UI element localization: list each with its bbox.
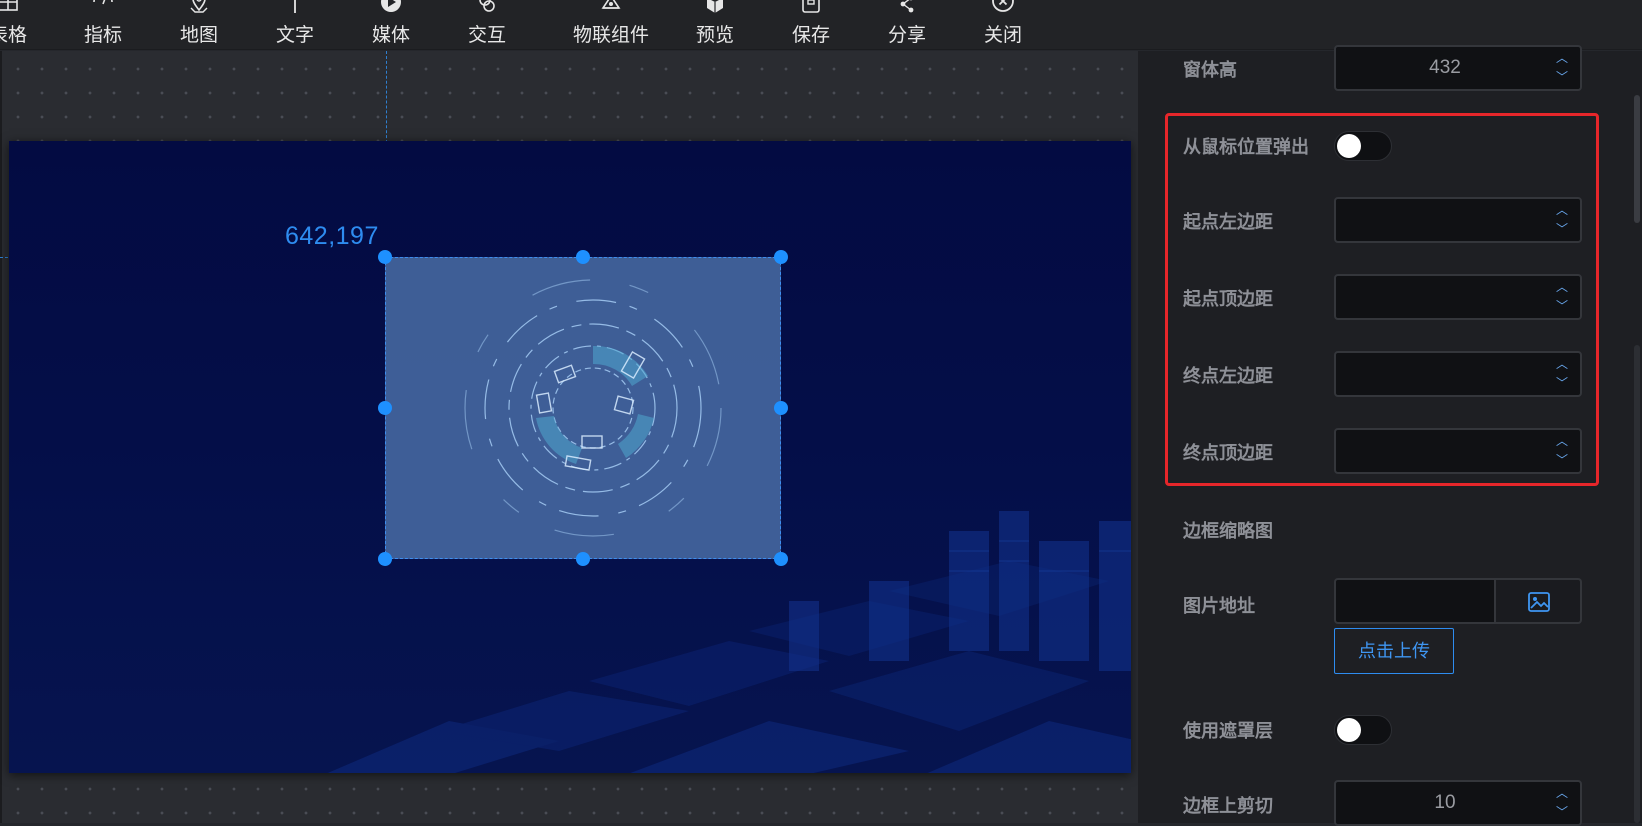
toolbar-text-label: 文字 bbox=[255, 20, 335, 47]
chevron-down-icon[interactable]: ﹀ bbox=[1552, 220, 1572, 239]
interact-icon bbox=[447, 0, 527, 18]
toolbar-share-label: 分享 bbox=[867, 20, 947, 47]
toolbar-iot-label: 物联组件 bbox=[561, 20, 661, 47]
end-left-input[interactable]: ︿﹀ bbox=[1334, 351, 1582, 397]
resize-handle-top-right[interactable] bbox=[774, 250, 788, 264]
toggle-knob bbox=[1337, 718, 1361, 742]
toolbar-table-label: 表格 bbox=[0, 20, 48, 47]
workspace-left-edge bbox=[0, 51, 2, 823]
use-mask-label: 使用遮罩层 bbox=[1183, 717, 1273, 743]
hud-circle-graphic bbox=[386, 258, 782, 560]
chevron-up-icon[interactable]: ︿ bbox=[1552, 784, 1572, 803]
chevron-down-icon[interactable]: ﹀ bbox=[1552, 451, 1572, 470]
resize-handle-right[interactable] bbox=[774, 401, 788, 415]
panel-scrollbar-track[interactable] bbox=[1634, 345, 1640, 823]
resize-handle-left[interactable] bbox=[378, 401, 392, 415]
popup-from-mouse-label: 从鼠标位置弹出 bbox=[1183, 133, 1309, 159]
play-icon bbox=[351, 0, 431, 18]
toolbar-preview-button[interactable]: 预览 bbox=[675, 0, 755, 50]
chevron-down-icon[interactable]: ﹀ bbox=[1552, 297, 1572, 316]
toolbar-save-button[interactable]: 保存 bbox=[771, 0, 851, 50]
start-left-stepper[interactable]: ︿﹀ bbox=[1552, 201, 1572, 241]
selected-component[interactable] bbox=[385, 257, 781, 559]
image-url-label: 图片地址 bbox=[1183, 592, 1255, 618]
border-top-clip-input[interactable]: 10 ︿﹀ bbox=[1334, 780, 1582, 826]
gauge-icon bbox=[63, 0, 143, 18]
save-icon bbox=[771, 0, 851, 18]
toolbar-text-button[interactable]: 文字 bbox=[255, 0, 335, 50]
border-top-clip-label: 边框上剪切 bbox=[1183, 792, 1273, 818]
iot-icon bbox=[561, 0, 661, 18]
toolbar-table-button[interactable]: 表格 bbox=[0, 0, 48, 50]
toggle-knob bbox=[1337, 134, 1361, 158]
share-icon bbox=[867, 0, 947, 18]
start-left-input[interactable]: ︿﹀ bbox=[1334, 197, 1582, 243]
toolbar-iot-button[interactable]: 物联组件 bbox=[561, 0, 661, 50]
border-top-clip-value: 10 bbox=[1434, 792, 1455, 813]
chevron-up-icon[interactable]: ︿ bbox=[1552, 278, 1572, 297]
start-top-stepper[interactable]: ︿﹀ bbox=[1552, 278, 1572, 318]
border-thumbnail-heading: 边框缩略图 bbox=[1183, 517, 1273, 543]
chevron-up-icon[interactable]: ︿ bbox=[1552, 432, 1572, 451]
popup-from-mouse-toggle[interactable] bbox=[1334, 131, 1392, 161]
map-pin-icon bbox=[159, 0, 239, 18]
chevron-down-icon[interactable]: ﹀ bbox=[1552, 374, 1572, 393]
end-top-stepper[interactable]: ︿﹀ bbox=[1552, 432, 1572, 472]
end-left-stepper[interactable]: ︿﹀ bbox=[1552, 355, 1572, 395]
start-left-label: 起点左边距 bbox=[1183, 208, 1273, 234]
chevron-up-icon[interactable]: ︿ bbox=[1552, 201, 1572, 220]
end-top-input[interactable]: ︿﹀ bbox=[1334, 428, 1582, 474]
resize-handle-top[interactable] bbox=[576, 250, 590, 264]
top-toolbar: 表格 指标 地图 文字 媒体 交互 物联组件 bbox=[0, 0, 1642, 50]
close-icon bbox=[963, 0, 1043, 18]
end-top-label: 终点顶边距 bbox=[1183, 439, 1273, 465]
image-icon bbox=[1528, 592, 1550, 612]
toolbar-share-button[interactable]: 分享 bbox=[867, 0, 947, 50]
coordinate-readout: 642,197 bbox=[285, 222, 379, 251]
chevron-down-icon[interactable]: ﹀ bbox=[1552, 68, 1572, 87]
chevron-up-icon[interactable]: ︿ bbox=[1552, 49, 1572, 68]
toolbar-media-label: 媒体 bbox=[351, 20, 431, 47]
end-left-label: 终点左边距 bbox=[1183, 362, 1273, 388]
toolbar-map-button[interactable]: 地图 bbox=[159, 0, 239, 50]
start-top-label: 起点顶边距 bbox=[1183, 285, 1273, 311]
toolbar-interact-label: 交互 bbox=[447, 20, 527, 47]
toolbar-interact-button[interactable]: 交互 bbox=[447, 0, 527, 50]
use-mask-toggle[interactable] bbox=[1334, 715, 1392, 745]
panel-scrollbar-thumb[interactable] bbox=[1634, 95, 1640, 223]
toolbar-preview-label: 预览 bbox=[675, 20, 755, 47]
cube-icon bbox=[675, 0, 755, 18]
toolbar-metric-label: 指标 bbox=[63, 20, 143, 47]
window-height-input[interactable]: 432 ︿﹀ bbox=[1334, 45, 1582, 91]
image-picker-button[interactable] bbox=[1496, 578, 1582, 624]
chevron-up-icon[interactable]: ︿ bbox=[1552, 355, 1572, 374]
border-top-clip-stepper[interactable]: ︿﹀ bbox=[1552, 784, 1572, 824]
table-icon bbox=[0, 0, 48, 18]
window-height-label: 窗体高 bbox=[1183, 56, 1237, 82]
resize-handle-top-left[interactable] bbox=[378, 250, 392, 264]
upload-button[interactable]: 点击上传 bbox=[1334, 628, 1454, 674]
window-height-stepper[interactable]: ︿﹀ bbox=[1552, 49, 1572, 89]
start-top-input[interactable]: ︿﹀ bbox=[1334, 274, 1582, 320]
window-height-value: 432 bbox=[1429, 57, 1461, 78]
toolbar-media-button[interactable]: 媒体 bbox=[351, 0, 431, 50]
toolbar-close-button[interactable]: 关闭 bbox=[963, 0, 1043, 50]
resize-handle-bottom-left[interactable] bbox=[378, 552, 392, 566]
toolbar-map-label: 地图 bbox=[159, 20, 239, 47]
toolbar-metric-button[interactable]: 指标 bbox=[63, 0, 143, 50]
chevron-down-icon[interactable]: ﹀ bbox=[1552, 803, 1572, 822]
resize-handle-bottom[interactable] bbox=[576, 552, 590, 566]
resize-handle-bottom-right[interactable] bbox=[774, 552, 788, 566]
toolbar-save-label: 保存 bbox=[771, 20, 851, 47]
text-icon bbox=[255, 0, 335, 18]
toolbar-close-label: 关闭 bbox=[963, 20, 1043, 47]
image-url-input[interactable] bbox=[1334, 578, 1496, 624]
